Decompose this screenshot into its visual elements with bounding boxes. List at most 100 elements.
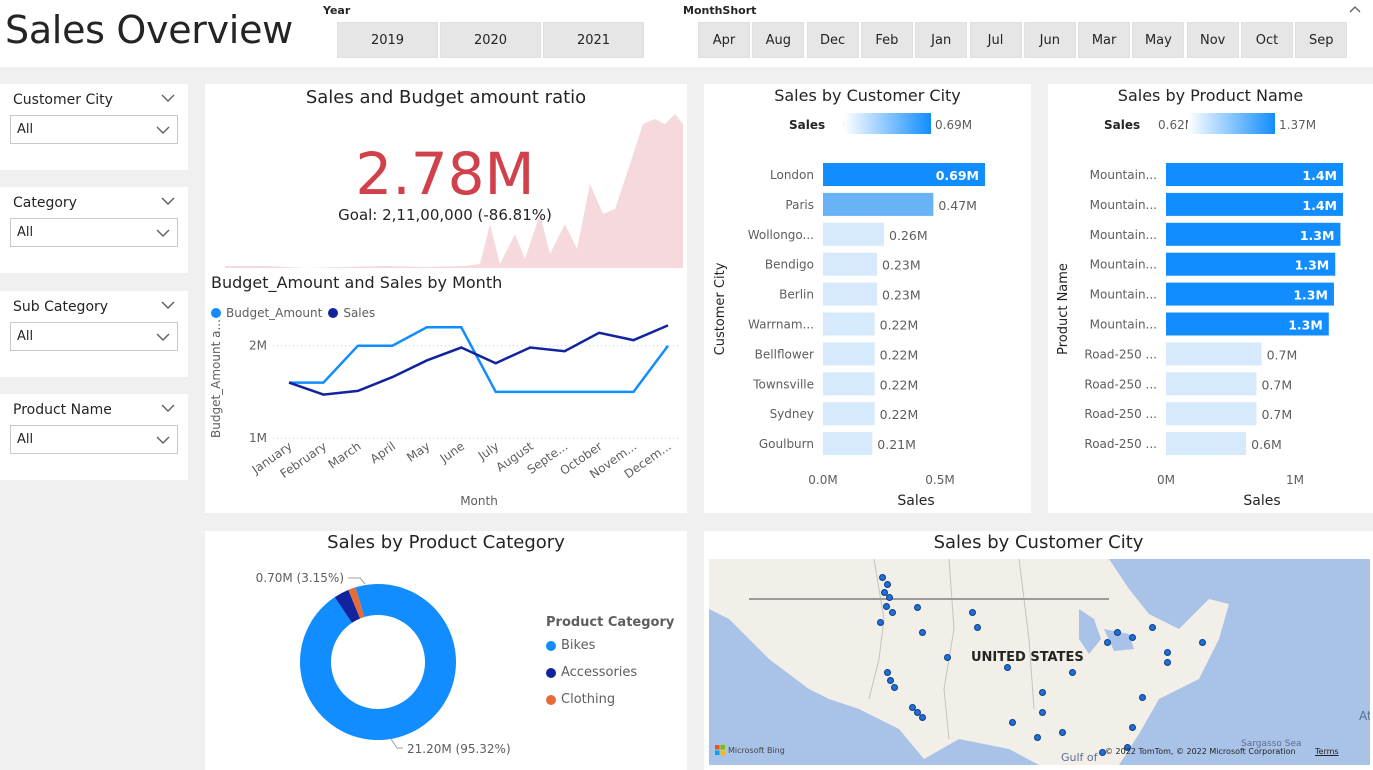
year-tile-2021[interactable]: 2021 [543, 22, 644, 58]
donut-label-top: 0.70M (3.15%) [256, 571, 344, 585]
bar-data-label: 0.69M [936, 168, 979, 183]
map-pin[interactable] [944, 654, 951, 661]
donut-legend-item[interactable]: Clothing [546, 692, 615, 707]
line-series-budget-amount[interactable] [289, 325, 670, 394]
bar[interactable] [823, 432, 873, 456]
map-pin[interactable] [1059, 729, 1066, 736]
bar[interactable] [823, 372, 875, 396]
bar[interactable] [823, 312, 875, 336]
bar[interactable] [1166, 432, 1247, 456]
donut-card: Sales by Product Category 0.70M (3.15%) 2… [205, 531, 687, 770]
year-tile-2020[interactable]: 2020 [440, 22, 541, 58]
map-pin[interactable] [1139, 694, 1146, 701]
filter-value: All [17, 329, 34, 344]
month-tile-nov[interactable]: Nov [1186, 22, 1239, 58]
bar-category-label: Road-250 ... [1084, 347, 1157, 361]
bar[interactable] [823, 222, 885, 246]
month-tile-feb[interactable]: Feb [860, 22, 913, 58]
product-bar-chart[interactable]: Sales 0.62M 1.37MMountain... 1.4MMountain..… [1048, 84, 1373, 513]
map-pin[interactable] [1164, 659, 1171, 666]
map-pin[interactable] [1199, 639, 1206, 646]
map-pin[interactable] [1149, 624, 1156, 631]
map-terms-link[interactable]: Terms [1315, 747, 1339, 756]
filter-dropdown[interactable]: All [10, 322, 178, 351]
map-pin[interactable] [1129, 724, 1136, 731]
map-pin[interactable] [889, 609, 896, 616]
filter-dropdown[interactable]: All [10, 218, 178, 247]
bar-data-label: 0.21M [877, 437, 916, 452]
month-tile-jun[interactable]: Jun [1023, 22, 1076, 58]
map-pin[interactable] [1129, 634, 1136, 641]
month-tile-dec[interactable]: Dec [806, 22, 859, 58]
month-tile-mar[interactable]: Mar [1078, 22, 1131, 58]
bar[interactable] [823, 282, 877, 306]
month-tile-may[interactable]: May [1132, 22, 1185, 58]
map-gulf-label: Gulf of [1061, 751, 1098, 764]
chevron-down-icon [156, 333, 170, 341]
map-pin[interactable] [1034, 734, 1041, 741]
map-canvas[interactable]: UNITED STATES Gulf of Sargasso Sea At Mi… [709, 559, 1370, 765]
map-pin[interactable] [1039, 709, 1046, 716]
month-tile-oct[interactable]: Oct [1241, 22, 1293, 58]
bar[interactable] [823, 192, 934, 216]
map-pin[interactable] [1114, 629, 1121, 636]
bar[interactable] [823, 342, 875, 366]
donut-legend-item[interactable]: Accessories [546, 665, 637, 680]
map-pin[interactable] [1039, 689, 1046, 696]
donut-leader-line [390, 738, 403, 749]
map-pin[interactable] [1164, 649, 1171, 656]
bar-category-label: Townsville [752, 377, 814, 391]
bar-y-axis-label: Product Name [1056, 263, 1071, 355]
map-pin[interactable] [879, 574, 886, 581]
map-pin[interactable] [1069, 669, 1076, 676]
chevron-down-icon[interactable] [160, 193, 176, 209]
month-tile-jul[interactable]: Jul [969, 22, 1022, 58]
map-card: Sales by Customer City UNITED STATES Gul… [704, 531, 1373, 770]
bar-legend-label: Sales [1104, 118, 1140, 132]
chevron-down-icon[interactable] [160, 297, 176, 313]
map-pin[interactable] [883, 603, 890, 610]
map-pin[interactable] [914, 604, 921, 611]
bar[interactable] [823, 402, 875, 426]
bar-data-label: 0.7M [1267, 347, 1298, 362]
city-bar-chart[interactable]: Sales 0.21M 0.69M London 0.69M Paris 0.47M Woll… [704, 84, 1031, 513]
year-tile-2019[interactable]: 2019 [337, 22, 438, 58]
map-pin[interactable] [919, 629, 926, 636]
bar[interactable] [1166, 402, 1257, 426]
chevron-down-icon[interactable] [160, 90, 176, 106]
map-pin[interactable] [877, 619, 884, 626]
bar-category-label: Road-250 ... [1084, 437, 1157, 451]
bar[interactable] [1166, 342, 1262, 366]
month-tile-apr[interactable]: Apr [698, 22, 750, 58]
map-pin[interactable] [974, 624, 981, 631]
month-tile-sep[interactable]: Sep [1295, 22, 1348, 58]
line-chart[interactable]: Budget_Amount a... Month 2M1MJanuaryFebr… [205, 268, 687, 513]
donut-chart[interactable]: 0.70M (3.15%) 21.20M (95.32%) [205, 531, 687, 770]
month-tile-aug[interactable]: Aug [752, 22, 805, 58]
bar[interactable] [1166, 372, 1257, 396]
kpi-card: Sales and Budget amount ratio 2.78M Goal… [205, 84, 687, 268]
map-pin[interactable] [919, 714, 926, 721]
legend-dot [546, 694, 556, 705]
map-pin[interactable] [886, 594, 893, 601]
line-x-tick: March [326, 439, 364, 471]
map-pin[interactable] [884, 669, 891, 676]
filter-dropdown[interactable]: All [10, 425, 178, 454]
filter-dropdown[interactable]: All [10, 115, 178, 144]
filter-value: All [17, 432, 34, 447]
map-pin[interactable] [1009, 719, 1016, 726]
chevron-down-icon [156, 126, 170, 134]
chevron-down-icon[interactable] [160, 400, 176, 416]
chevron-up-icon[interactable] [1349, 4, 1361, 14]
month-tile-jan[interactable]: Jan [915, 22, 968, 58]
map-pin[interactable] [1004, 664, 1011, 671]
donut-slice-bikes[interactable] [300, 584, 456, 740]
map-pin[interactable] [969, 609, 976, 616]
map-pin[interactable] [884, 581, 891, 588]
map-pin[interactable] [1104, 639, 1111, 646]
city-bar-card: Sales by Customer City Sales0.21M0.69MLo… [704, 84, 1031, 513]
map-pin[interactable] [891, 684, 898, 691]
donut-legend-item[interactable]: Bikes [546, 638, 595, 653]
bar[interactable] [823, 252, 877, 276]
map-pin[interactable] [887, 677, 894, 684]
